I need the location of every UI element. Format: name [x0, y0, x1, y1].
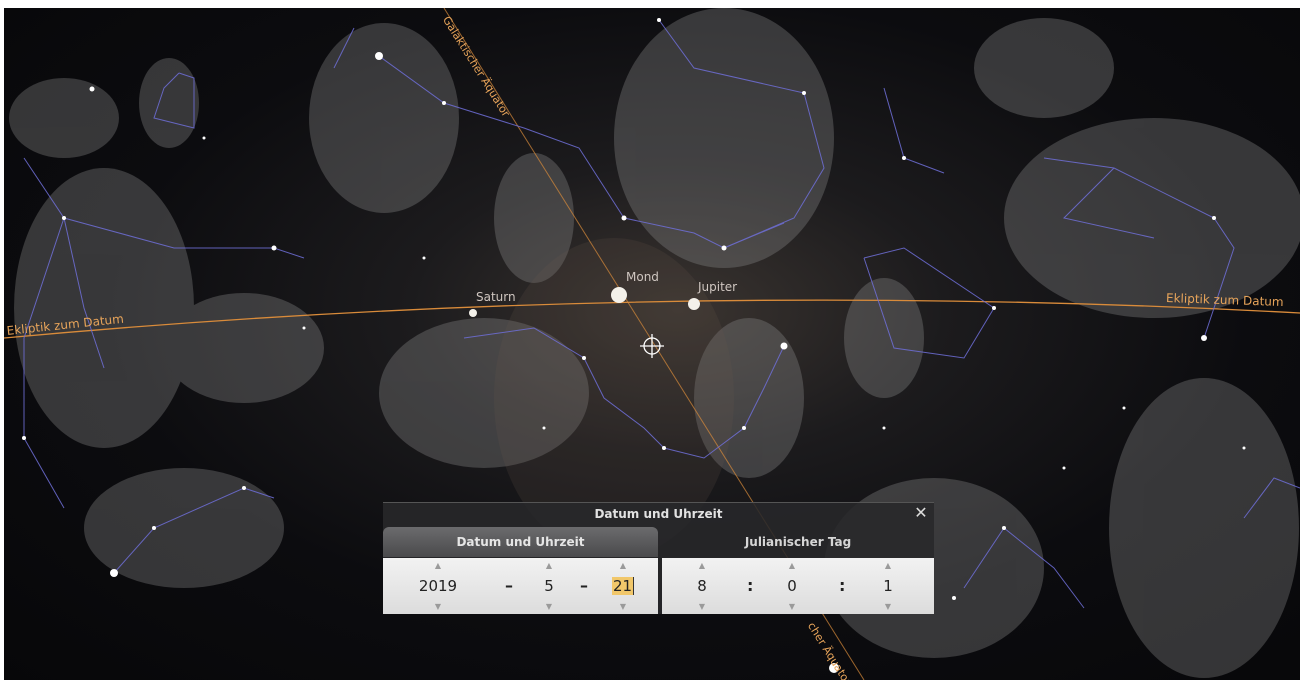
spin-down-icon[interactable]: ▼: [535, 602, 563, 612]
spin-up-icon[interactable]: ▲: [413, 561, 463, 571]
tab-date-time[interactable]: Datum und Uhrzeit: [383, 527, 658, 557]
jupiter-marker[interactable]: [688, 298, 700, 310]
minute-field[interactable]: 0: [780, 577, 804, 595]
saturn-marker[interactable]: [469, 309, 477, 317]
close-icon[interactable]: ✕: [913, 505, 929, 521]
year-spinner[interactable]: ▲ 2019 ▼: [413, 558, 463, 614]
spin-down-icon[interactable]: ▼: [780, 602, 804, 612]
date-panel: ▲ 2019 ▼ – ▲ 5 ▼ – ▲ 21 ▼: [383, 558, 658, 614]
spin-up-icon[interactable]: ▲: [690, 561, 714, 571]
spin-up-icon[interactable]: ▲: [780, 561, 804, 571]
spin-up-icon[interactable]: ▲: [876, 561, 900, 571]
second-field[interactable]: 1: [876, 577, 900, 595]
time-panel: ▲ 8 ▼ : ▲ 0 ▼ : ▲ 1 ▼: [662, 558, 934, 614]
tab-julian-day[interactable]: Julianischer Tag: [662, 527, 934, 557]
date-time-dialog: Datum und Uhrzeit ✕ Datum und Uhrzeit Ju…: [383, 502, 934, 614]
dialog-title: Datum und Uhrzeit: [594, 507, 723, 521]
hour-field[interactable]: 8: [690, 577, 714, 595]
month-spinner[interactable]: ▲ 5 ▼: [535, 558, 563, 614]
hour-spinner[interactable]: ▲ 8 ▼: [690, 558, 714, 614]
moon-marker[interactable]: [611, 287, 627, 303]
time-separator: :: [839, 576, 846, 595]
spin-up-icon[interactable]: ▲: [609, 561, 637, 571]
spin-down-icon[interactable]: ▼: [876, 602, 900, 612]
year-field[interactable]: 2019: [413, 577, 463, 595]
spin-down-icon[interactable]: ▼: [413, 602, 463, 612]
time-separator: :: [747, 576, 754, 595]
minute-spinner[interactable]: ▲ 0 ▼: [780, 558, 804, 614]
spin-down-icon[interactable]: ▼: [690, 602, 714, 612]
day-field-wrapper[interactable]: 21: [609, 577, 637, 595]
month-field[interactable]: 5: [535, 577, 563, 595]
spin-up-icon[interactable]: ▲: [535, 561, 563, 571]
spin-down-icon[interactable]: ▼: [609, 602, 637, 612]
day-spinner[interactable]: ▲ 21 ▼: [609, 558, 637, 614]
jupiter-label: Jupiter: [698, 280, 738, 294]
date-separator: –: [580, 576, 588, 595]
second-spinner[interactable]: ▲ 1 ▼: [876, 558, 900, 614]
moon-label: Mond: [626, 270, 659, 284]
date-separator: –: [505, 576, 513, 595]
day-field[interactable]: 21: [611, 577, 635, 595]
saturn-label: Saturn: [476, 290, 516, 304]
